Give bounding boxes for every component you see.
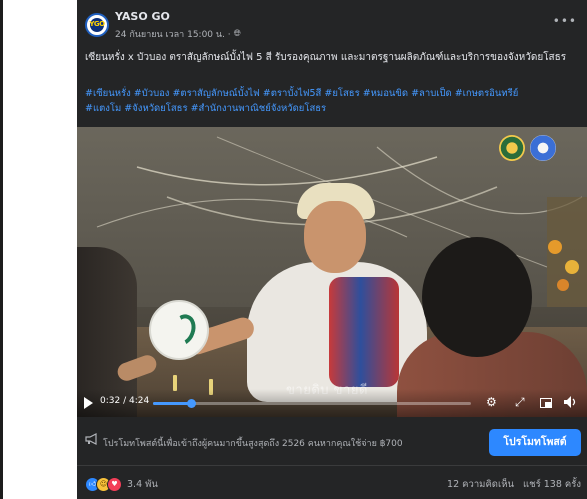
post-hashtags: #เซียนหรั่ง #บัวบอง #ตราสัญลักษณ์บั้งไฟ … <box>85 86 581 116</box>
person-center-face <box>304 201 366 273</box>
globe-icon: 🌐︎ <box>233 29 241 39</box>
hashtags-line-2[interactable]: #แตงโม #จังหวัดยโสธร #สำนักงานพาณิชย์จัง… <box>85 103 326 114</box>
more-options-button[interactable]: ••• <box>553 14 577 28</box>
facebook-post: YGO YASO GO 24 กันยายน เวลา 15:00 น. · 🌐… <box>77 0 587 499</box>
promote-bar: โปรโมทโพสต์นี้เพื่อเข้าถึงผู้คนมากขึ้นสู… <box>77 417 587 466</box>
avatar-logo-text: YGO <box>89 20 105 28</box>
play-icon[interactable] <box>84 397 93 409</box>
comment-share-counts: 12 ความคิดเห็น แชร์ 138 ครั้ง <box>447 477 581 492</box>
video-progress-fill <box>153 402 192 405</box>
promote-post-button[interactable]: โปรโมทโพสต์ <box>489 429 581 456</box>
green-logo-fan <box>149 300 209 360</box>
promote-description: โปรโมทโพสต์นี้เพื่อเข้าถึงผู้คนมากขึ้นสู… <box>103 439 403 449</box>
reaction-icons[interactable]: 👍︎ ☺ ♥ <box>85 477 122 492</box>
picture-in-picture-icon[interactable] <box>540 397 552 411</box>
province-emblem <box>499 135 525 161</box>
post-meta: 24 กันยายน เวลา 15:00 น. · 🌐︎ <box>115 27 241 41</box>
left-edge <box>0 0 3 499</box>
post-timestamp[interactable]: 24 กันยายน เวลา 15:00 น. · <box>115 27 231 41</box>
reaction-count[interactable]: 3.4 พัน <box>127 477 158 492</box>
fullscreen-icon[interactable]: ⤢ <box>515 395 525 410</box>
video-player[interactable]: ขายดิบ ขายดี 0:32 / 4:24 ⚙ ⤢ <box>77 127 587 417</box>
video-progress-thumb[interactable] <box>187 399 197 408</box>
comment-count[interactable]: 12 ความคิดเห็น <box>447 479 514 490</box>
video-progress-bar[interactable] <box>153 399 471 408</box>
volume-icon[interactable] <box>564 396 578 411</box>
love-reaction-icon: ♥ <box>107 477 122 492</box>
megaphone-icon <box>85 433 97 445</box>
gear-icon[interactable]: ⚙ <box>486 395 497 409</box>
post-stats: 👍︎ ☺ ♥ 3.4 พัน 12 ความคิดเห็น แชร์ 138 ค… <box>77 465 587 499</box>
share-count[interactable]: แชร์ 138 ครั้ง <box>523 479 581 490</box>
page-avatar[interactable]: YGO <box>85 13 109 37</box>
person-center-scarf <box>329 277 399 387</box>
hashtags-line-1[interactable]: #เซียนหรั่ง #บัวบอง #ตราสัญลักษณ์บั้งไฟ … <box>85 88 518 99</box>
video-time: 0:32 / 4:24 <box>100 396 150 406</box>
video-controls: 0:32 / 4:24 ⚙ ⤢ <box>77 389 587 417</box>
person-right-head <box>422 237 532 357</box>
agency-emblem <box>530 135 556 161</box>
page-name[interactable]: YASO GO <box>115 10 170 23</box>
post-caption: เซียนหรั่ง x บัวบอง ตราสัญลักษณ์บั้งไฟ 5… <box>85 52 567 63</box>
